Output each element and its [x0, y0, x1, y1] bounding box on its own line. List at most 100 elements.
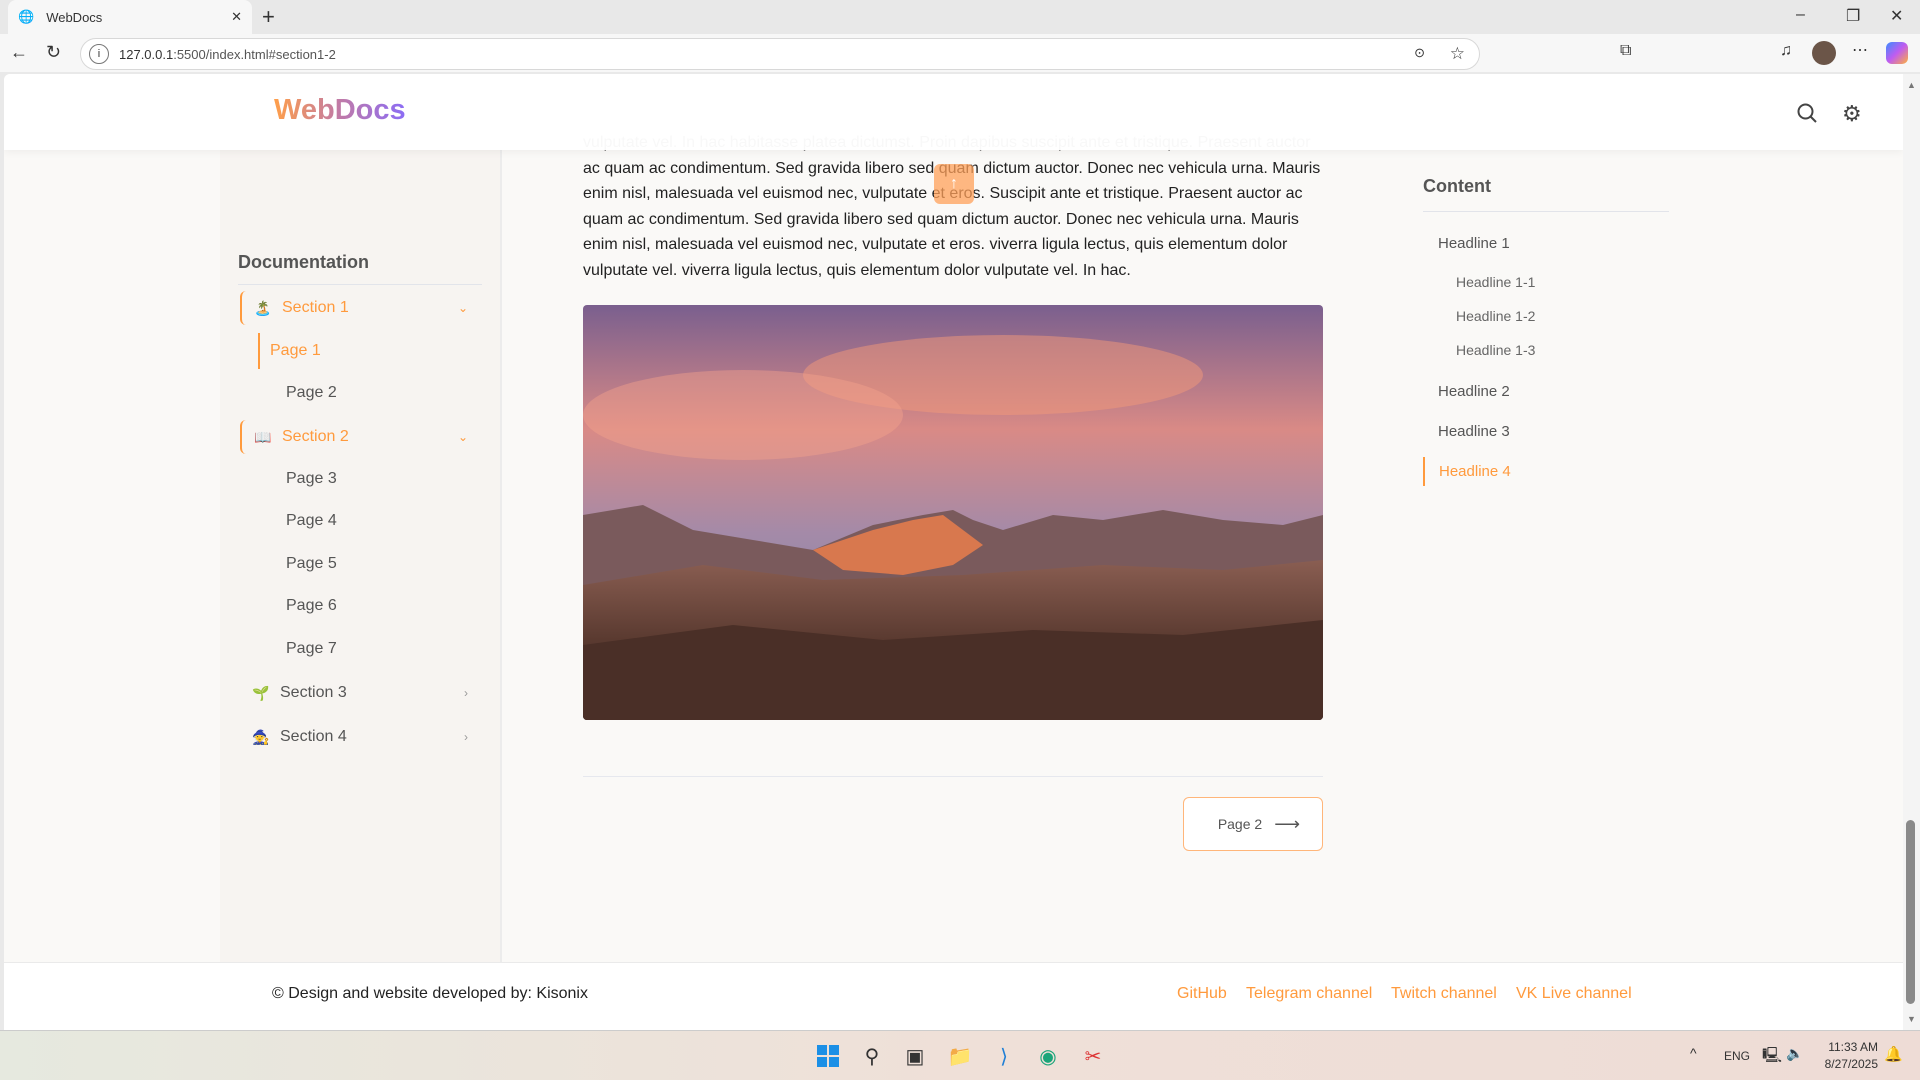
- browser-tab-bar: 🌐 WebDocs ✕ + – ❐ ✕: [0, 0, 1920, 34]
- back-icon[interactable]: ←: [10, 42, 28, 63]
- taskbar: ⚲ ▣ 📁 ⟩ ◉ ✂ ^ ENG 🖳 🔈 11:33 AM 8/27/2025…: [0, 1030, 1920, 1080]
- toc-item-headline-1-3[interactable]: Headline 1-3: [1456, 342, 1535, 358]
- chevron-right-icon: ›: [464, 686, 468, 700]
- arrow-right-icon: ⟶: [1274, 813, 1300, 834]
- sidebar-title: Documentation: [238, 252, 370, 272]
- file-explorer-icon[interactable]: 📁: [945, 1041, 975, 1071]
- sidebar-section-1[interactable]: 🏝️ Section 1 ⌄: [240, 291, 480, 325]
- task-view-icon[interactable]: ▣: [900, 1041, 930, 1071]
- browser-tab[interactable]: 🌐 WebDocs ✕: [8, 0, 252, 34]
- language-indicator[interactable]: ENG: [1724, 1049, 1750, 1063]
- scrollbar-thumb[interactable]: [1906, 820, 1915, 1004]
- next-page-label: Page 2: [1217, 816, 1263, 832]
- book-icon: 📖: [254, 428, 272, 445]
- volume-icon[interactable]: 🔈: [1786, 1045, 1803, 1062]
- telegram-link[interactable]: Telegram channel: [1246, 985, 1372, 1003]
- reload-icon[interactable]: ↻: [46, 42, 61, 63]
- divider: [1423, 211, 1669, 212]
- site-header: WebDocs ⚙: [4, 74, 1903, 150]
- tab-title: WebDocs: [46, 9, 103, 25]
- toc-item-headline-3[interactable]: Headline 3: [1438, 423, 1510, 440]
- sidebar-page-3[interactable]: Page 3: [274, 461, 337, 497]
- vk-live-link[interactable]: VK Live channel: [1516, 985, 1632, 1003]
- page-label: Page 7: [286, 640, 337, 657]
- search-icon[interactable]: ⚲: [857, 1041, 887, 1071]
- restore-icon[interactable]: ❐: [1846, 6, 1860, 26]
- toc-item-headline-2[interactable]: Headline 2: [1438, 383, 1510, 400]
- url-path: :5500/index.html#section1-2: [173, 46, 336, 62]
- chevron-right-icon: ›: [464, 730, 468, 744]
- snipping-tool-icon[interactable]: ✂: [1078, 1041, 1108, 1071]
- section-label: Section 4: [280, 728, 347, 745]
- tray-chevron-icon[interactable]: ^: [1690, 1045, 1697, 1061]
- mountain-sunset-image: [583, 305, 1323, 720]
- search-icon[interactable]: [1796, 102, 1818, 129]
- site-footer: © Design and website developed by: Kison…: [4, 962, 1903, 1030]
- chevron-down-icon: ⌄: [457, 430, 468, 444]
- section-label: Section 2: [282, 428, 349, 445]
- site-logo[interactable]: WebDocs: [274, 94, 406, 127]
- sidebar-page-6[interactable]: Page 6: [274, 588, 337, 624]
- page-viewport: WebDocs ⚙ Documentation 🏝️ Section 1 ⌄ Pag…: [4, 74, 1903, 1030]
- twitch-link[interactable]: Twitch channel: [1391, 985, 1497, 1003]
- windows-start-icon[interactable]: [813, 1041, 843, 1071]
- profile-avatar[interactable]: [1812, 41, 1836, 65]
- globe-icon: 🌐: [18, 9, 35, 24]
- docs-sidebar: Documentation 🏝️ Section 1 ⌄ Page 1 Page 2…: [220, 150, 502, 1030]
- media-icon[interactable]: ♫: [1780, 42, 1792, 60]
- notification-bell-icon[interactable]: 🔔: [1884, 1045, 1903, 1063]
- github-link[interactable]: GitHub: [1177, 985, 1227, 1003]
- settings-gear-icon[interactable]: ⚙: [1842, 101, 1862, 127]
- divider: [238, 284, 482, 285]
- edge-icon[interactable]: ◉: [1033, 1041, 1063, 1071]
- toc-item-headline-1-1[interactable]: Headline 1-1: [1456, 274, 1535, 290]
- page-label: Page 3: [286, 470, 337, 487]
- address-bar[interactable]: i 127.0.0.1:5500/index.html#section1-2 ⊙…: [80, 38, 1480, 70]
- toc-item-headline-1-2[interactable]: Headline 1-2: [1456, 308, 1535, 324]
- copyright-text: © Design and website developed by: Kison…: [272, 985, 588, 1002]
- page-label: Page 6: [286, 597, 337, 614]
- scroll-to-top-button[interactable]: ↑: [934, 164, 974, 204]
- network-icon[interactable]: 🖳: [1762, 1045, 1782, 1070]
- sidebar-page-2[interactable]: Page 2: [274, 375, 337, 411]
- close-tab-icon[interactable]: ✕: [231, 9, 242, 25]
- page-label: Page 5: [286, 555, 337, 572]
- sidebar-section-2[interactable]: 📖 Section 2 ⌄: [240, 420, 480, 454]
- clock-time[interactable]: 11:33 AM: [1820, 1040, 1878, 1054]
- close-window-icon[interactable]: ✕: [1890, 6, 1903, 26]
- sidebar-section-3[interactable]: 🌱 Section 3 ›: [240, 676, 480, 710]
- toc-item-headline-1[interactable]: Headline 1: [1438, 235, 1510, 252]
- chevron-down-icon: ⌄: [457, 301, 468, 315]
- wizard-icon: 🧙: [252, 728, 270, 745]
- minimize-icon[interactable]: –: [1796, 6, 1805, 24]
- sidebar-page-5[interactable]: Page 5: [274, 546, 337, 582]
- divider: [583, 776, 1323, 777]
- vscode-icon[interactable]: ⟩: [989, 1041, 1019, 1071]
- clock-date[interactable]: 8/27/2025: [1820, 1057, 1878, 1071]
- island-icon: 🏝️: [254, 299, 272, 316]
- scroll-down-arrow-icon[interactable]: ▼: [1907, 1014, 1916, 1024]
- sidebar-page-1[interactable]: Page 1: [258, 333, 321, 369]
- more-icon[interactable]: ⋯: [1852, 40, 1868, 60]
- next-page-button[interactable]: Page 2 ⟶: [1183, 797, 1323, 851]
- read-aloud-icon[interactable]: ⊙: [1414, 45, 1425, 61]
- article-body: vulputate vel. In hac habitasse platea d…: [583, 130, 1328, 284]
- new-tab-icon[interactable]: +: [262, 4, 275, 30]
- seedling-icon: 🌱: [252, 684, 270, 701]
- copilot-icon[interactable]: [1886, 42, 1908, 64]
- scroll-up-arrow-icon[interactable]: ▲: [1907, 80, 1916, 90]
- extensions-icon[interactable]: ⧉: [1620, 42, 1631, 60]
- toc-item-headline-4[interactable]: Headline 4: [1423, 457, 1511, 486]
- section-label: Section 1: [282, 299, 349, 316]
- sidebar-page-4[interactable]: Page 4: [274, 503, 337, 539]
- page-label: Page 4: [286, 512, 337, 529]
- toc-title: Content: [1423, 176, 1491, 196]
- section-label: Section 3: [280, 684, 347, 701]
- page-label: Page 2: [286, 384, 337, 401]
- sidebar-page-7[interactable]: Page 7: [274, 631, 337, 667]
- page-label: Page 1: [270, 342, 321, 359]
- site-info-icon[interactable]: i: [89, 44, 109, 64]
- sidebar-section-4[interactable]: 🧙 Section 4 ›: [240, 720, 480, 754]
- url-host: 127.0.0.1: [119, 46, 174, 62]
- favorite-star-icon[interactable]: ☆: [1450, 44, 1465, 64]
